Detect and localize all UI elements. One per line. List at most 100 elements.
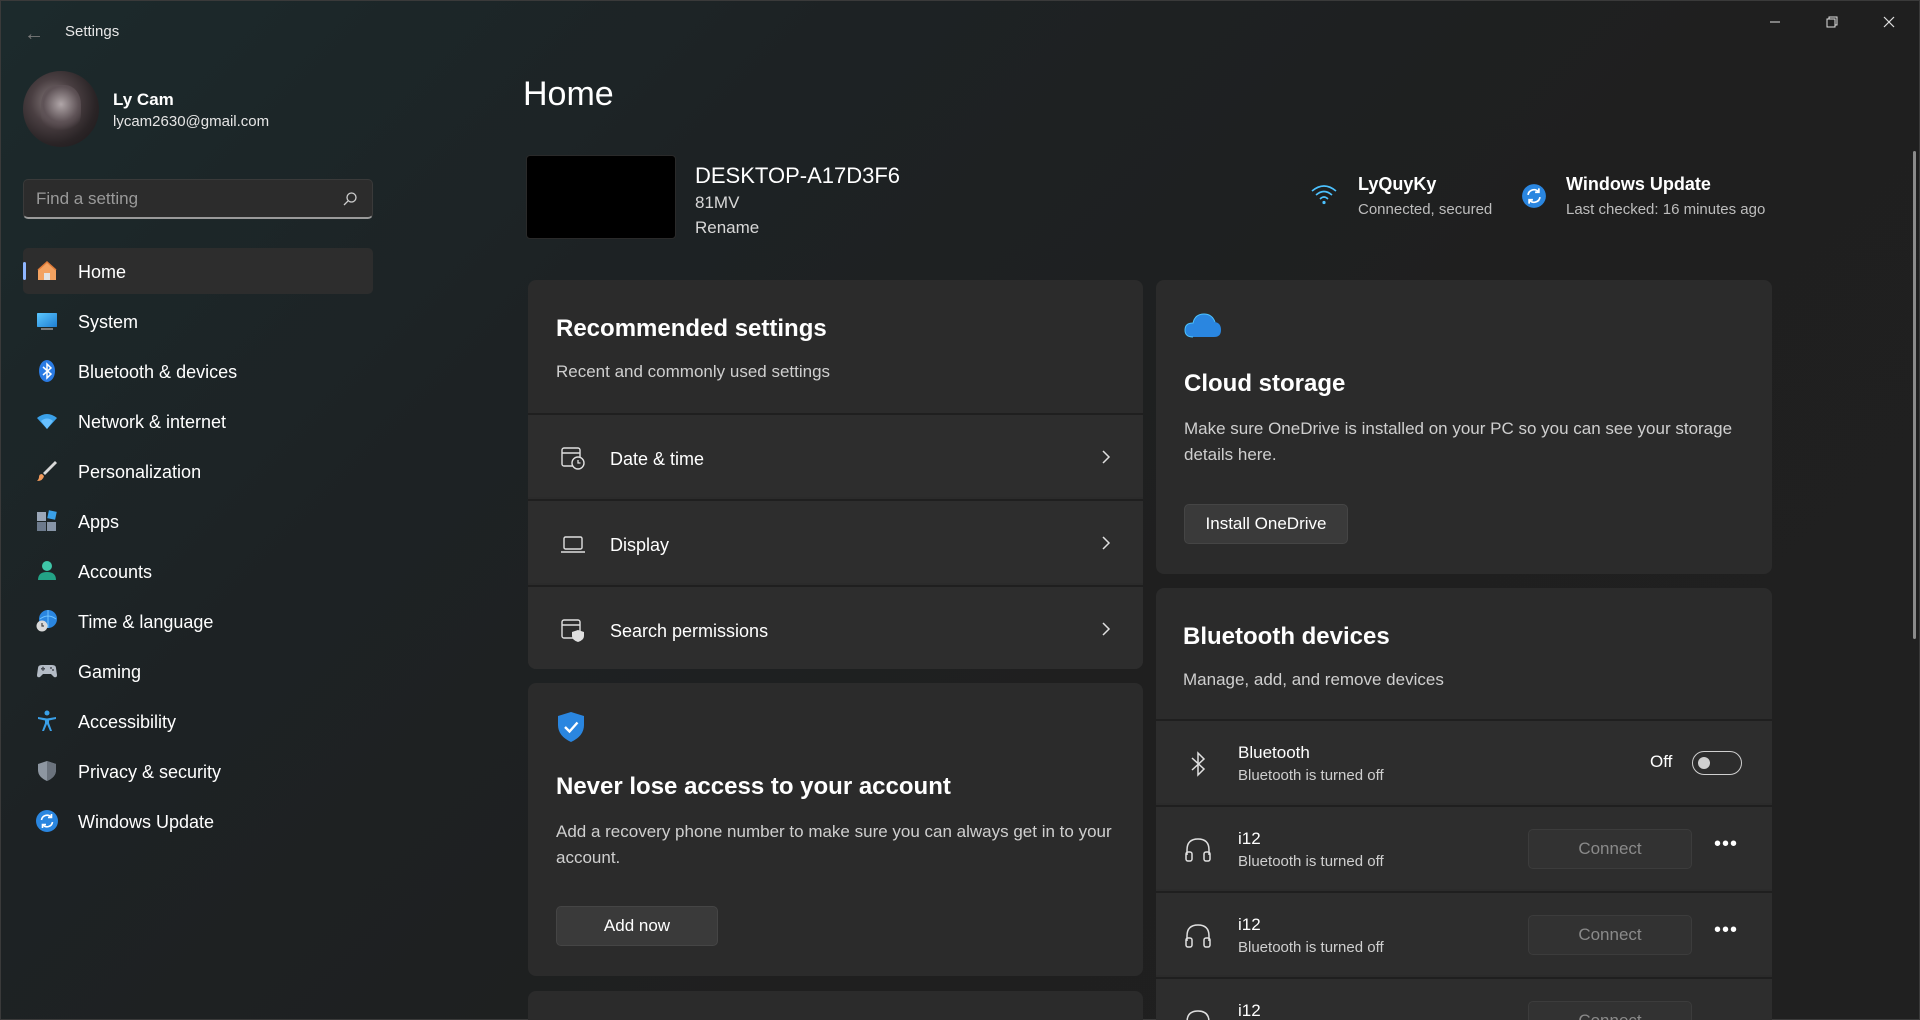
sidebar-item-label: Personalization	[78, 462, 202, 482]
bluetooth-toggle[interactable]	[1692, 751, 1742, 775]
toggle-state-label: Off	[1650, 752, 1673, 771]
time-language-icon	[36, 610, 57, 632]
sidebar-item-system[interactable]: System	[23, 298, 373, 344]
sidebar-item-accessibility[interactable]: Accessibility	[23, 698, 373, 744]
windows-update-status-icon[interactable]	[1521, 183, 1547, 209]
network-status: Connected, secured	[1358, 201, 1493, 218]
sidebar-item-time-language[interactable]: Time & language	[23, 598, 373, 644]
back-arrow-icon[interactable]: ←	[19, 19, 49, 49]
sidebar-item-label: Home	[78, 262, 127, 282]
sidebar-item-label: Accounts	[78, 562, 153, 582]
account-card-body: Add a recovery phone number to make sure…	[556, 822, 1112, 867]
install-onedrive-button[interactable]: Install OneDrive	[1184, 504, 1348, 544]
recommended-item-date-time[interactable]: Date & time	[528, 413, 1143, 497]
recommended-item-display[interactable]: Display	[528, 499, 1143, 583]
sidebar-item-apps[interactable]: Apps	[23, 498, 373, 544]
sidebar-item-label: Network & internet	[78, 412, 227, 432]
account-security-card: Never lose access to your account Add a …	[528, 683, 1143, 976]
accounts-icon	[38, 561, 56, 580]
chevron-right-icon	[1102, 622, 1111, 636]
cloud-icon	[1184, 313, 1221, 338]
sidebar-item-home[interactable]: Home	[23, 248, 373, 294]
network-name[interactable]: LyQuyKy	[1358, 174, 1436, 195]
headphones-icon	[1185, 838, 1211, 862]
headphones-icon	[1185, 924, 1211, 948]
user-email: lycam2630@gmail.com	[113, 113, 270, 130]
display-icon	[561, 536, 585, 553]
avatar[interactable]	[23, 71, 99, 147]
cloud-storage-title: Cloud storage	[1184, 370, 1346, 397]
bluetooth-device-row: i12 Bluetooth is turned off Connect •••	[1156, 891, 1772, 975]
network-icon	[37, 414, 57, 429]
device-name-label: i12	[1238, 915, 1261, 934]
device-status: Bluetooth is turned off	[1238, 853, 1384, 870]
bluetooth-card-title: Bluetooth devices	[1183, 623, 1390, 650]
search-permissions-icon	[561, 619, 584, 642]
device-thumbnail	[526, 155, 676, 239]
recommended-item-search-permissions[interactable]: Search permissions	[528, 585, 1143, 669]
sidebar-item-accounts[interactable]: Accounts	[23, 548, 373, 594]
bluetooth-toggle-row: Bluetooth Bluetooth is turned off Off	[1156, 719, 1772, 803]
cloud-storage-card: Cloud storage Make sure OneDrive is inst…	[1156, 280, 1772, 574]
bluetooth-status: Bluetooth is turned off	[1238, 767, 1384, 784]
device-status: Bluetooth is turned off	[1238, 939, 1384, 956]
sidebar-item-label: Time & language	[78, 612, 214, 632]
scrollbar[interactable]	[1913, 151, 1916, 639]
sidebar-item-windows-update[interactable]: Windows Update	[23, 798, 373, 844]
more-options-icon[interactable]: •••	[1711, 834, 1741, 859]
sidebar-item-network[interactable]: Network & internet	[23, 398, 373, 444]
bluetooth-label: Bluetooth	[1238, 743, 1310, 762]
recommended-item-label: Search permissions	[610, 621, 769, 641]
bluetooth-icon	[1191, 751, 1206, 777]
recommended-title: Recommended settings	[556, 315, 827, 342]
cloud-storage-body: Make sure OneDrive is installed on your …	[1184, 419, 1733, 464]
wifi-icon[interactable]	[1311, 183, 1337, 205]
sidebar-item-label: Gaming	[78, 662, 142, 682]
search-box[interactable]	[23, 179, 373, 219]
bluetooth-icon	[39, 360, 55, 382]
connect-button[interactable]: Connect	[1528, 829, 1692, 869]
sidebar-item-label: Apps	[78, 512, 120, 532]
gaming-icon	[37, 665, 57, 678]
sidebar-item-label: Bluetooth & devices	[78, 362, 238, 382]
recommended-settings-card: Recommended settings Recent and commonly…	[528, 280, 1143, 669]
privacy-icon	[38, 761, 56, 781]
add-now-button[interactable]: Add now	[556, 906, 718, 946]
sidebar-item-label: Privacy & security	[78, 762, 222, 782]
date-time-icon	[561, 447, 585, 470]
recommended-subtitle: Recent and commonly used settings	[556, 362, 831, 381]
app-title: Settings	[65, 23, 120, 40]
connect-button[interactable]: Connect	[1528, 915, 1692, 955]
user-name: Ly Cam	[113, 90, 174, 109]
sidebar-item-gaming[interactable]: Gaming	[23, 648, 373, 694]
connect-button[interactable]: Connect	[1528, 1001, 1692, 1020]
personalization-icon	[37, 461, 57, 481]
account-card-title: Never lose access to your account	[556, 773, 951, 800]
recommended-item-label: Date & time	[610, 449, 705, 469]
headphones-icon	[1186, 1010, 1210, 1020]
device-name: DESKTOP-A17D3F6	[695, 163, 901, 188]
minimize-icon[interactable]	[1747, 1, 1803, 43]
system-icon	[37, 313, 57, 330]
chevron-right-icon	[1102, 450, 1111, 464]
search-icon[interactable]	[342, 191, 358, 207]
close-icon[interactable]	[1861, 1, 1917, 43]
bluetooth-devices-card: Bluetooth devices Manage, add, and remov…	[1156, 588, 1772, 1020]
sidebar-item-privacy[interactable]: Privacy & security	[23, 748, 373, 794]
bluetooth-card-subtitle: Manage, add, and remove devices	[1183, 670, 1444, 689]
windows-update-title[interactable]: Windows Update	[1566, 174, 1711, 195]
windows-update-status: Last checked: 16 minutes ago	[1566, 201, 1766, 218]
apps-icon	[37, 510, 57, 531]
device-name-label: i12	[1238, 829, 1261, 848]
home-icon	[37, 260, 57, 280]
rename-link[interactable]: Rename	[695, 218, 759, 238]
restore-icon[interactable]	[1804, 1, 1860, 43]
bluetooth-device-row: i12 Connect	[1156, 977, 1772, 1020]
sidebar-item-personalization[interactable]: Personalization	[23, 448, 373, 494]
windows-update-icon	[36, 810, 58, 832]
search-input[interactable]	[36, 188, 336, 210]
more-options-icon[interactable]: •••	[1711, 920, 1741, 945]
settings-window: ← Settings Ly Cam lycam2630@gmail.com Fi…	[0, 0, 1920, 1020]
device-model: 81MV	[695, 193, 740, 212]
sidebar-item-bluetooth[interactable]: Bluetooth & devices	[23, 348, 373, 394]
